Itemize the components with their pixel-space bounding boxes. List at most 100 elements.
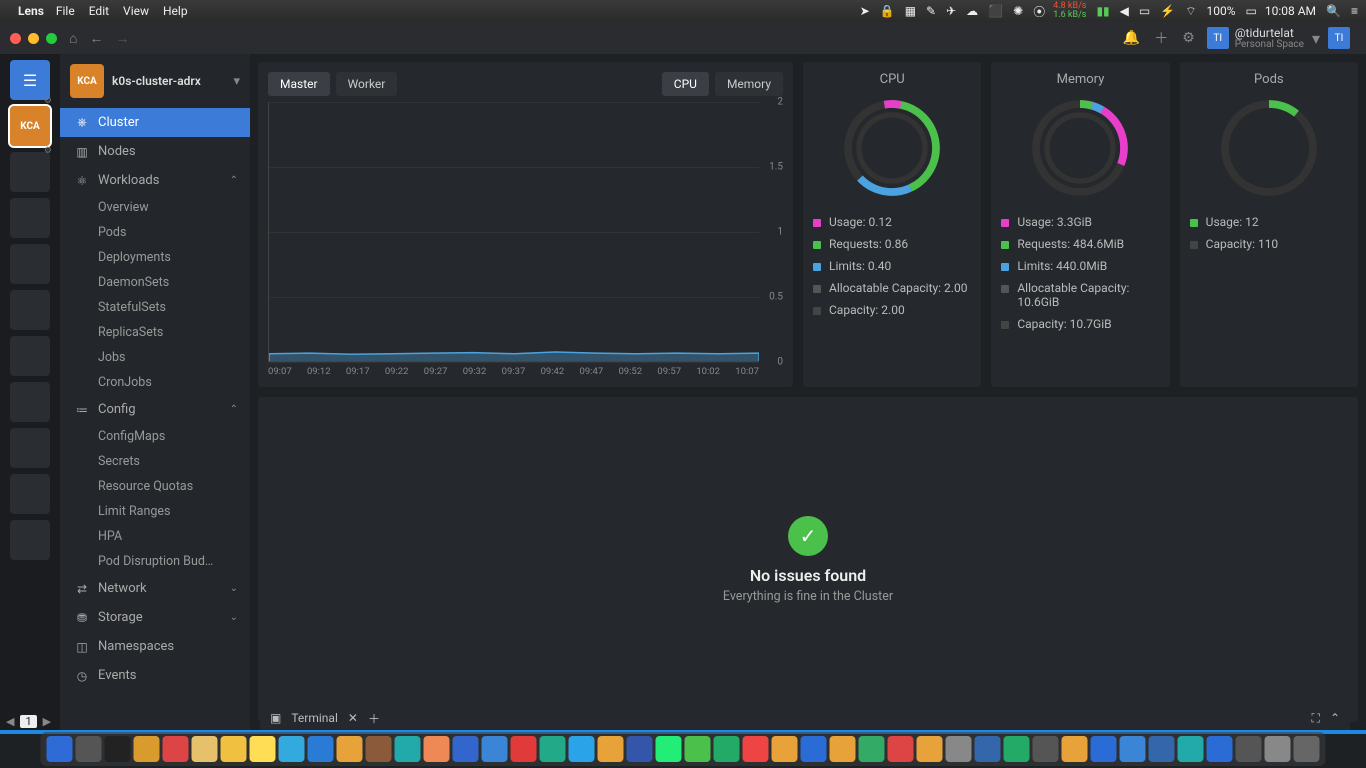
sidebar-sub-item[interactable]: HPA <box>60 524 250 549</box>
home-icon[interactable]: ⌂ <box>69 30 77 47</box>
tab-worker[interactable]: Worker <box>336 72 398 96</box>
macos-dock[interactable] <box>41 732 1326 766</box>
dock-app-icon[interactable] <box>1004 736 1030 762</box>
telegram-icon[interactable]: ✈ <box>946 4 956 18</box>
sidebar-sub-replicasets[interactable]: ReplicaSets <box>60 320 250 345</box>
sidebar-sub-item[interactable]: Secrets <box>60 449 250 474</box>
dock-app-icon[interactable] <box>47 736 73 762</box>
tray-icon[interactable]: ⬛ <box>988 4 1003 18</box>
sidebar-sub-overview[interactable]: Overview <box>60 195 250 220</box>
sidebar-sub-jobs[interactable]: Jobs <box>60 345 250 370</box>
empty-tile[interactable] <box>10 428 50 468</box>
expand-icon[interactable]: ⛶ <box>1312 711 1320 726</box>
sidebar-item-network[interactable]: ⇄Network⌄ <box>60 574 250 603</box>
sidebar-sub-statefulsets[interactable]: StatefulSets <box>60 295 250 320</box>
traffic-lights[interactable] <box>10 33 57 44</box>
empty-tile[interactable] <box>10 290 50 330</box>
chevron-up-icon[interactable]: ⌃ <box>1330 711 1340 725</box>
sidebar-sub-item[interactable]: Limit Ranges <box>60 499 250 524</box>
sidebar-sub-item[interactable]: Resource Quotas <box>60 474 250 499</box>
dock-app-icon[interactable] <box>569 736 595 762</box>
menu-edit[interactable]: Edit <box>89 4 109 18</box>
dock-app-icon[interactable] <box>424 736 450 762</box>
dock-app-icon[interactable] <box>801 736 827 762</box>
dock-app-icon[interactable] <box>714 736 740 762</box>
location-icon[interactable]: ➤ <box>860 4 870 18</box>
empty-tile[interactable] <box>10 198 50 238</box>
dock-app-icon[interactable] <box>598 736 624 762</box>
sidebar-item-namespaces[interactable]: ◫Namespaces <box>60 632 250 661</box>
empty-tile[interactable] <box>10 474 50 514</box>
app-name[interactable]: Lens <box>18 4 44 18</box>
sidebar-item-storage[interactable]: ⛃Storage⌄ <box>60 603 250 632</box>
dock-app-icon[interactable] <box>685 736 711 762</box>
dock-app-icon[interactable] <box>76 736 102 762</box>
dock-app-icon[interactable] <box>192 736 218 762</box>
tray-icon[interactable]: ✎ <box>926 4 936 18</box>
forward-icon[interactable]: → <box>115 30 129 47</box>
battery-icon[interactable]: ▭ <box>1246 4 1257 18</box>
gear-icon[interactable]: ⚙ <box>44 146 52 156</box>
avatar[interactable]: TI <box>1328 27 1350 49</box>
dock-app-icon[interactable] <box>1062 736 1088 762</box>
gear-icon[interactable]: ⚙ <box>44 96 52 106</box>
cluster-tile[interactable]: KCA <box>10 106 50 146</box>
wifi-icon[interactable]: ⌔ <box>1185 4 1196 19</box>
dock-app-icon[interactable] <box>540 736 566 762</box>
dock-app-icon[interactable] <box>975 736 1001 762</box>
add-icon[interactable]: ＋ <box>1154 28 1168 48</box>
menu-file[interactable]: File <box>56 4 75 18</box>
tab-memory[interactable]: Memory <box>715 72 783 96</box>
next-icon[interactable]: ▶ <box>43 715 51 728</box>
gear-icon[interactable]: ✺ <box>1013 4 1023 18</box>
dock-app-icon[interactable] <box>743 736 769 762</box>
gear-icon[interactable]: ⚙ <box>1182 30 1195 46</box>
dock-app-icon[interactable] <box>279 736 305 762</box>
lock-icon[interactable]: 🔒 <box>880 4 895 18</box>
sidebar-sub-pods[interactable]: Pods <box>60 220 250 245</box>
dock-app-icon[interactable] <box>772 736 798 762</box>
sidebar-sub-daemonsets[interactable]: DaemonSets <box>60 270 250 295</box>
dock-app-icon[interactable] <box>337 736 363 762</box>
prev-icon[interactable]: ◀ <box>6 715 14 728</box>
sidebar-sub-item[interactable]: ConfigMaps <box>60 424 250 449</box>
empty-tile[interactable] <box>10 382 50 422</box>
empty-tile[interactable] <box>10 152 50 192</box>
dock-app-icon[interactable] <box>221 736 247 762</box>
dock-app-icon[interactable] <box>888 736 914 762</box>
sidebar-item-cluster[interactable]: ⎈Cluster <box>60 108 250 137</box>
menu-help[interactable]: Help <box>163 4 188 18</box>
sidebar-sub-item[interactable]: Pod Disruption Bud… <box>60 549 250 574</box>
catalog-tile[interactable]: ☰ <box>10 60 50 100</box>
dock-app-icon[interactable] <box>656 736 682 762</box>
dock-app-icon[interactable] <box>1149 736 1175 762</box>
tab-master[interactable]: Master <box>268 72 330 96</box>
sidebar-sub-cronjobs[interactable]: CronJobs <box>60 370 250 395</box>
dock-app-icon[interactable] <box>366 736 392 762</box>
close-icon[interactable] <box>10 33 21 44</box>
dock-app-icon[interactable] <box>1236 736 1262 762</box>
empty-tile[interactable] <box>10 520 50 560</box>
dock-app-icon[interactable] <box>308 736 334 762</box>
dock-app-icon[interactable] <box>1091 736 1117 762</box>
dock-app-icon[interactable] <box>250 736 276 762</box>
dock-app-icon[interactable] <box>859 736 885 762</box>
dock-app-icon[interactable] <box>1207 736 1233 762</box>
dock-app-icon[interactable] <box>1120 736 1146 762</box>
volume-icon[interactable]: ◀ <box>1120 4 1129 18</box>
sidebar-item-config[interactable]: ≔Config⌃ <box>60 395 250 424</box>
dock-app-icon[interactable] <box>395 736 421 762</box>
menu-view[interactable]: View <box>123 4 149 18</box>
bell-icon[interactable]: 🔔 <box>1123 30 1140 46</box>
empty-tile[interactable] <box>10 244 50 284</box>
dock-app-icon[interactable] <box>627 736 653 762</box>
dock-app-icon[interactable] <box>1178 736 1204 762</box>
tray-icon[interactable]: ▦ <box>905 4 916 18</box>
dock-app-icon[interactable] <box>1294 736 1320 762</box>
zoom-icon[interactable] <box>46 33 57 44</box>
dock-app-icon[interactable] <box>511 736 537 762</box>
user-menu[interactable]: TI @tidurtelat Personal Space ▾ TI <box>1207 27 1356 50</box>
sidebar-item-events[interactable]: ◷Events <box>60 661 250 690</box>
control-center-icon[interactable]: ≡ <box>1351 4 1358 18</box>
add-tab-icon[interactable]: ＋ <box>368 710 380 727</box>
